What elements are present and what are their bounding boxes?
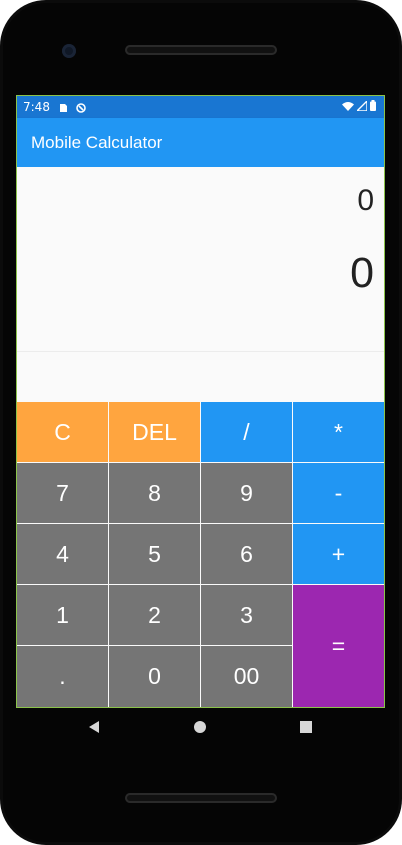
clear-label: C xyxy=(54,418,71,445)
app-title: Mobile Calculator xyxy=(31,132,163,152)
six-label: 6 xyxy=(240,540,253,567)
multiply-label: * xyxy=(334,418,343,445)
calculator-display: 0 0 xyxy=(17,167,384,402)
two-label: 2 xyxy=(148,601,161,628)
home-icon[interactable] xyxy=(194,721,206,733)
wifi-icon xyxy=(342,100,354,114)
four-button[interactable]: 4 xyxy=(17,524,108,584)
zero-button[interactable]: 0 xyxy=(109,646,200,707)
status-time: 7:48 xyxy=(23,100,50,114)
app-bar: Mobile Calculator xyxy=(17,118,384,167)
minus-button[interactable]: - xyxy=(293,463,384,523)
sync-icon xyxy=(76,102,86,113)
front-camera-icon xyxy=(62,44,76,58)
four-label: 4 xyxy=(56,540,69,567)
divide-button[interactable]: / xyxy=(201,402,292,462)
double-zero-button[interactable]: 00 xyxy=(201,646,292,707)
three-button[interactable]: 3 xyxy=(201,585,292,645)
plus-button[interactable]: + xyxy=(293,524,384,584)
seven-button[interactable]: 7 xyxy=(17,463,108,523)
sd-card-icon xyxy=(58,102,68,112)
minus-label: - xyxy=(334,479,343,506)
double-zero-label: 00 xyxy=(233,663,260,689)
battery-icon xyxy=(370,100,376,114)
two-button[interactable]: 2 xyxy=(109,585,200,645)
eight-button[interactable]: 8 xyxy=(109,463,200,523)
delete-label: DEL xyxy=(132,418,177,445)
android-navbar xyxy=(17,707,384,749)
delete-button[interactable]: DEL xyxy=(109,402,200,462)
phone-frame: 7:48 Mobile Calculator 0 0 C DEL / * 7 8… xyxy=(0,0,402,845)
divide-label: / xyxy=(243,418,250,445)
expression-readout: 0 xyxy=(357,184,374,217)
recents-icon[interactable] xyxy=(300,721,312,733)
multiply-button[interactable]: * xyxy=(293,402,384,462)
seven-label: 7 xyxy=(56,479,69,506)
one-button[interactable]: 1 xyxy=(17,585,108,645)
display-divider xyxy=(17,351,384,352)
status-icons xyxy=(342,99,376,114)
three-label: 3 xyxy=(240,601,253,628)
one-label: 1 xyxy=(56,601,69,628)
five-label: 5 xyxy=(148,540,161,567)
decimal-label: . xyxy=(59,663,66,689)
signal-icon xyxy=(355,99,368,114)
keypad: C DEL / * 7 8 9 - 4 5 6 + 1 2 3 = . 0 00 xyxy=(17,402,384,707)
equals-button[interactable]: = xyxy=(293,585,384,707)
zero-label: 0 xyxy=(148,663,161,689)
result-readout: 0 xyxy=(350,249,374,297)
six-button[interactable]: 6 xyxy=(201,524,292,584)
clear-button[interactable]: C xyxy=(17,402,108,462)
plus-label: + xyxy=(331,540,346,567)
nine-button[interactable]: 9 xyxy=(201,463,292,523)
equals-label: = xyxy=(331,632,346,659)
status-bar: 7:48 xyxy=(17,96,384,118)
bottom-speaker xyxy=(125,793,277,803)
five-button[interactable]: 5 xyxy=(109,524,200,584)
top-speaker xyxy=(125,45,277,55)
nine-label: 9 xyxy=(240,479,253,506)
decimal-button[interactable]: . xyxy=(17,646,108,707)
back-icon[interactable] xyxy=(89,721,99,733)
eight-label: 8 xyxy=(148,479,161,506)
device-screen: 7:48 Mobile Calculator 0 0 C DEL / * 7 8… xyxy=(16,95,385,708)
